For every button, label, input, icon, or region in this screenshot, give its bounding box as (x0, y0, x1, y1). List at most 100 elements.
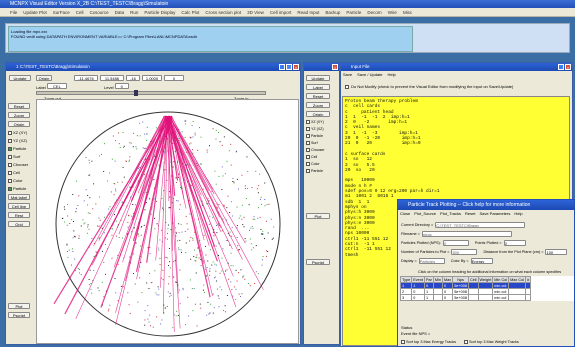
table-cell[interactable]: 3 (399, 294, 413, 301)
minimize-icon[interactable]: _ (558, 64, 564, 70)
side-checkbox[interactable] (306, 155, 310, 160)
ptp-field-input[interactable]: 500 (451, 248, 478, 255)
minimize-icon[interactable]: _ (279, 64, 285, 70)
table-cell[interactable] (432, 294, 444, 301)
close-icon[interactable]: × (293, 64, 299, 70)
input-menu-item[interactable]: Save / Update (357, 72, 382, 77)
ptp-field-input[interactable]: ptrac (421, 230, 512, 237)
side-button[interactable]: Update (306, 75, 330, 81)
menu-item[interactable]: Calc Plot (181, 8, 199, 16)
origin-button[interactable]: Origin (36, 75, 52, 81)
table-cell[interactable] (467, 294, 479, 301)
menu-item[interactable]: Cell import (270, 8, 292, 16)
side-checkbox[interactable] (306, 141, 310, 146)
sort-energy-checkbox[interactable] (401, 340, 405, 344)
side-checkbox[interactable] (8, 186, 12, 191)
zoom-slider[interactable] (36, 91, 266, 95)
origin-z-input[interactable]: -16 (126, 75, 140, 81)
close-icon[interactable]: × (332, 64, 338, 70)
menu-item[interactable]: 3D View (247, 8, 264, 16)
side-checkbox[interactable] (306, 127, 310, 132)
menu-item[interactable]: Misc (403, 8, 412, 16)
side-button[interactable]: Cell line (8, 203, 30, 209)
side-checkbox[interactable] (8, 154, 12, 159)
menu-item[interactable]: Decom (367, 8, 381, 16)
menu-item[interactable]: Backup (325, 8, 340, 16)
side-button[interactable]: Mat label (8, 194, 30, 200)
side-button[interactable]: Label (306, 84, 330, 90)
side-button[interactable]: Origin (306, 111, 330, 117)
menu-item[interactable]: Update Plot (23, 8, 47, 16)
side-button[interactable]: Zoom (8, 112, 30, 118)
table-cell[interactable]: min col (492, 294, 510, 301)
table-cell[interactable]: 0 (441, 294, 454, 301)
side-checkbox[interactable] (8, 170, 12, 175)
side-button[interactable]: Zoom (306, 102, 330, 108)
table-cell[interactable] (525, 294, 532, 301)
side-checkbox[interactable] (8, 130, 12, 135)
zoom-slider-thumb[interactable] (134, 90, 138, 96)
ptp-menu-item[interactable]: Help (514, 211, 522, 216)
do-not-modify-checkbox[interactable] (345, 84, 349, 89)
side-checkbox[interactable] (8, 178, 12, 183)
menu-item[interactable]: Particle (346, 8, 361, 16)
bottom-button[interactable]: Plot (306, 213, 330, 220)
side-button[interactable]: Origin (8, 121, 30, 127)
origin-x-input[interactable]: -11.4676 (74, 75, 98, 81)
extent-input[interactable]: 1.0000 (142, 75, 162, 81)
menu-item[interactable]: Cell (76, 8, 84, 16)
level-select[interactable]: 0 (114, 83, 129, 89)
side-button[interactable]: Reset (306, 93, 330, 99)
menu-item[interactable]: Particle Display (144, 8, 175, 16)
menu-item[interactable]: Run (130, 8, 138, 16)
bottom-button[interactable]: Plot (8, 303, 30, 309)
close-icon[interactable]: × (565, 64, 571, 70)
maximize-icon[interactable]: □ (286, 64, 292, 70)
ptp-menu-item[interactable]: Plot_Tracks (440, 211, 461, 216)
ptp-field-input-2[interactable]: 0 (503, 239, 526, 246)
update-button[interactable]: Update (9, 75, 31, 81)
menu-item[interactable]: Read Input (297, 8, 319, 16)
side-checkbox[interactable] (306, 120, 310, 125)
ptp-menu-item[interactable]: Close (400, 211, 410, 216)
bottom-button[interactable]: Pscript (8, 312, 30, 318)
side-button[interactable]: Reset (8, 103, 30, 109)
table-cell[interactable]: 0 (411, 294, 425, 301)
table-cell[interactable] (508, 294, 527, 301)
menu-item[interactable]: Cxsource (90, 8, 109, 16)
side-checkbox[interactable] (8, 146, 12, 151)
ptp-menu-item[interactable]: Save Parameters (479, 211, 510, 216)
table-cell[interactable] (477, 294, 494, 301)
ptp-field-input[interactable]: 0 (442, 239, 469, 246)
ptp-field-input-2[interactable]: Energy (470, 257, 493, 264)
menu-item[interactable]: Data (115, 8, 125, 16)
table-cell[interactable]: 1 (423, 294, 434, 301)
table-row[interactable]: 3 0 1 0 5e+008 min col (399, 294, 532, 301)
side-checkbox[interactable] (8, 162, 12, 167)
input-menu-item[interactable]: Help (387, 72, 395, 77)
menu-item[interactable]: Cross section plot (205, 8, 241, 16)
side-checkbox[interactable] (306, 148, 310, 153)
side-checkbox[interactable] (8, 138, 12, 143)
input-menu-item[interactable]: Save (343, 72, 352, 77)
ptp-menu-item[interactable]: Plot_Source (414, 211, 436, 216)
side-checkbox[interactable] (306, 134, 310, 139)
side-checkbox[interactable] (306, 162, 310, 167)
menu-item[interactable]: Wire (388, 8, 397, 16)
ptp-field-input[interactable]: Particles (418, 257, 445, 264)
origin-y-input[interactable]: 11.5486 (100, 75, 124, 81)
bottom-button[interactable]: Pscript (306, 259, 330, 266)
ptp-menu-item[interactable]: Reset (465, 211, 475, 216)
sort-weight-checkbox[interactable] (464, 340, 469, 344)
side-button[interactable]: Grid (8, 221, 30, 227)
extent-input-2[interactable]: 0 (164, 75, 184, 81)
side-button[interactable]: Rest (8, 212, 30, 218)
side-checkbox[interactable] (306, 169, 310, 174)
label-select[interactable]: CEL (46, 83, 67, 89)
menu-item[interactable]: File (10, 8, 17, 16)
ptp-field-input[interactable]: C:\TEST_TESTC\Bragg (435, 221, 526, 228)
plot-canvas[interactable] (36, 99, 299, 344)
menu-item[interactable]: SurFace (53, 8, 70, 16)
ptp-field-input-2[interactable]: 100 (545, 248, 568, 255)
table-cell[interactable]: 5e+008 (452, 294, 469, 301)
